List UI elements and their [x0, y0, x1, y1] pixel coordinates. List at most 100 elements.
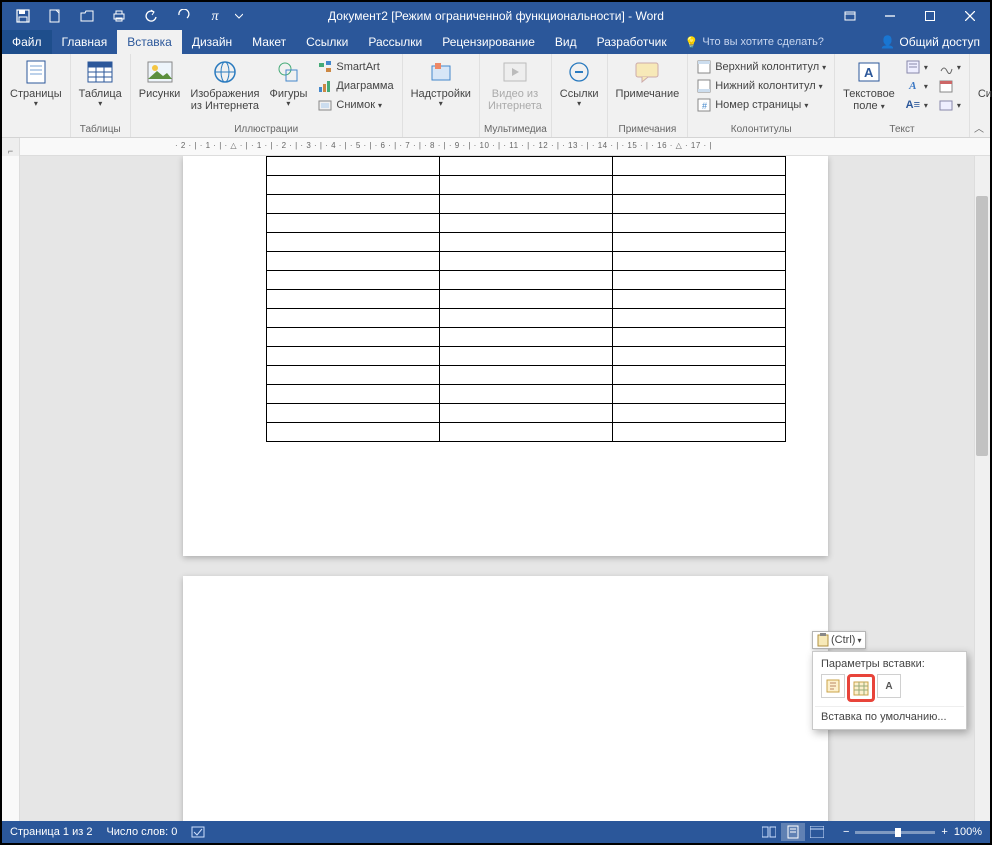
open-button[interactable]: [72, 4, 102, 28]
quickparts-button[interactable]: ▾: [903, 58, 930, 76]
tab-home[interactable]: Главная: [52, 30, 118, 54]
table-cell[interactable]: [439, 233, 612, 252]
table-cell[interactable]: [266, 252, 439, 271]
table-button[interactable]: Таблица ▾: [75, 56, 126, 109]
table-cell[interactable]: [439, 309, 612, 328]
horizontal-ruler[interactable]: ⌐ · 2 · | · 1 · | · △ · | · 1 · | · 2 · …: [2, 138, 990, 156]
table-cell[interactable]: [439, 423, 612, 442]
wordart-button[interactable]: A▾: [903, 77, 930, 95]
save-button[interactable]: [8, 4, 38, 28]
table-cell[interactable]: [612, 271, 785, 290]
table-cell[interactable]: [266, 290, 439, 309]
table-row[interactable]: [266, 328, 785, 347]
minimize-button[interactable]: [870, 2, 910, 30]
table-row[interactable]: [266, 404, 785, 423]
ribbon-display-button[interactable]: [830, 2, 870, 30]
table-cell[interactable]: [612, 157, 785, 176]
online-video-button[interactable]: Видео из Интернета: [484, 56, 546, 112]
equation-button[interactable]: π: [200, 4, 230, 28]
table-cell[interactable]: [266, 233, 439, 252]
table-cell[interactable]: [612, 385, 785, 404]
table-row[interactable]: [266, 290, 785, 309]
pages-button[interactable]: Страницы ▾: [6, 56, 66, 109]
table-cell[interactable]: [266, 366, 439, 385]
table-cell[interactable]: [612, 176, 785, 195]
zoom-in-button[interactable]: +: [941, 826, 947, 838]
table-cell[interactable]: [266, 404, 439, 423]
zoom-out-button[interactable]: −: [843, 826, 849, 838]
table-row[interactable]: [266, 157, 785, 176]
table-cell[interactable]: [612, 423, 785, 442]
object-button[interactable]: ▾: [936, 96, 963, 114]
paste-text-only-button[interactable]: A: [877, 674, 901, 698]
undo-button[interactable]: [136, 4, 166, 28]
table-cell[interactable]: [266, 157, 439, 176]
tab-view[interactable]: Вид: [545, 30, 587, 54]
table-row[interactable]: [266, 347, 785, 366]
page-number-button[interactable]: #Номер страницы▾: [694, 96, 828, 114]
new-button[interactable]: [40, 4, 70, 28]
page-status[interactable]: Страница 1 из 2: [10, 826, 92, 838]
table-cell[interactable]: [612, 195, 785, 214]
paste-default-button[interactable]: Вставка по умолчанию...: [815, 706, 964, 727]
table-cell[interactable]: [266, 271, 439, 290]
textbox-button[interactable]: A Текстовое поле ▾: [839, 56, 899, 112]
header-button[interactable]: Верхний колонтитул▾: [694, 58, 828, 76]
document-area[interactable]: (Ctrl) ▾ Параметры вставки: A Вставка по…: [20, 156, 990, 821]
tab-developer[interactable]: Разработчик: [587, 30, 677, 54]
tab-layout[interactable]: Макет: [242, 30, 296, 54]
table-cell[interactable]: [439, 404, 612, 423]
read-mode-button[interactable]: [757, 823, 781, 841]
table-row[interactable]: [266, 271, 785, 290]
smartart-button[interactable]: SmartArt: [315, 58, 395, 76]
table-cell[interactable]: [612, 252, 785, 271]
paste-keep-source-button[interactable]: [821, 674, 845, 698]
table-row[interactable]: [266, 233, 785, 252]
table-cell[interactable]: [612, 404, 785, 423]
datetime-button[interactable]: [936, 77, 963, 95]
table-row[interactable]: [266, 309, 785, 328]
table-cell[interactable]: [439, 328, 612, 347]
table-cell[interactable]: [439, 366, 612, 385]
page-1[interactable]: [183, 156, 828, 556]
tab-mailings[interactable]: Рассылки: [358, 30, 432, 54]
quick-print-button[interactable]: [104, 4, 134, 28]
table-cell[interactable]: [612, 214, 785, 233]
table-cell[interactable]: [612, 233, 785, 252]
symbols-button[interactable]: Ω Символы ▾: [974, 56, 992, 109]
tab-design[interactable]: Дизайн: [182, 30, 242, 54]
table-row[interactable]: [266, 214, 785, 233]
table-cell[interactable]: [612, 328, 785, 347]
signature-button[interactable]: ▾: [936, 58, 963, 76]
table-cell[interactable]: [439, 385, 612, 404]
table-row[interactable]: [266, 423, 785, 442]
table-cell[interactable]: [439, 214, 612, 233]
shapes-button[interactable]: Фигуры ▾: [265, 56, 311, 109]
table-cell[interactable]: [439, 157, 612, 176]
collapse-ribbon-button[interactable]: ︿: [974, 120, 984, 135]
table-cell[interactable]: [266, 309, 439, 328]
close-button[interactable]: [950, 2, 990, 30]
table-cell[interactable]: [266, 347, 439, 366]
page-2[interactable]: [183, 576, 828, 821]
table-cell[interactable]: [439, 195, 612, 214]
table-row[interactable]: [266, 176, 785, 195]
table-cell[interactable]: [266, 423, 439, 442]
table-cell[interactable]: [439, 176, 612, 195]
maximize-button[interactable]: [910, 2, 950, 30]
table-cell[interactable]: [266, 328, 439, 347]
paste-merge-button[interactable]: [847, 674, 875, 702]
tab-references[interactable]: Ссылки: [296, 30, 358, 54]
online-pictures-button[interactable]: Изображения из Интернета: [186, 56, 263, 112]
links-button[interactable]: Ссылки ▾: [556, 56, 603, 109]
table-cell[interactable]: [439, 290, 612, 309]
document-table[interactable]: [266, 156, 786, 442]
tell-me-search[interactable]: 💡 Что вы хотите сделать?: [685, 30, 824, 54]
table-row[interactable]: [266, 385, 785, 404]
paste-options-button[interactable]: (Ctrl) ▾: [812, 631, 866, 649]
table-cell[interactable]: [612, 309, 785, 328]
table-cell[interactable]: [266, 385, 439, 404]
table-cell[interactable]: [612, 290, 785, 309]
scroll-thumb[interactable]: [976, 196, 988, 456]
share-button[interactable]: 👤 Общий доступ: [870, 30, 990, 54]
